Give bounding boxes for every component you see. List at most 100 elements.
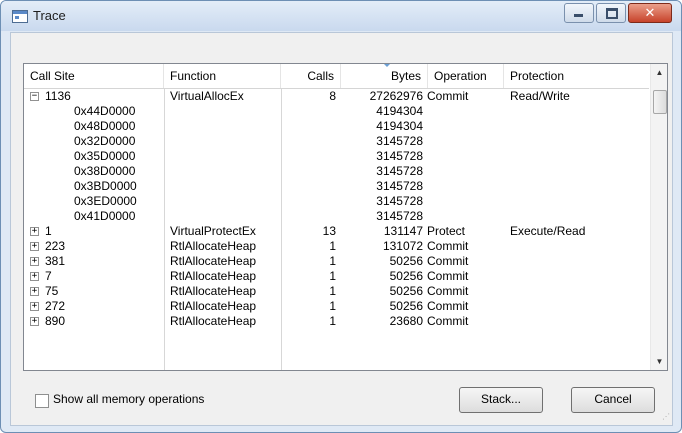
expand-icon[interactable]: +: [30, 272, 39, 281]
cell-bytes: 50256: [389, 269, 423, 283]
cell-calls: 1: [329, 269, 336, 283]
trace-window: Trace ✕ Call Site Function Calls Bytes O…: [0, 0, 682, 433]
cell-calls: 13: [322, 224, 336, 238]
cell-protection: [510, 164, 640, 179]
cell-protection: [510, 239, 640, 254]
close-button[interactable]: ✕: [628, 3, 672, 23]
maximize-button[interactable]: [596, 3, 626, 23]
table-row[interactable]: +890 RtlAllocateHeap 1 23680 Commit: [24, 314, 649, 329]
cell-calls: 8: [329, 89, 336, 103]
table-row[interactable]: +272 RtlAllocateHeap 1 50256 Commit: [24, 299, 649, 314]
scroll-down-icon[interactable]: ▼: [651, 353, 667, 370]
table-row[interactable]: 0x48D0000 4194304: [24, 119, 649, 134]
table-row[interactable]: 0x32D0000 3145728: [24, 134, 649, 149]
header-function[interactable]: Function: [164, 64, 281, 88]
dialog-client-area: Call Site Function Calls Bytes Operation…: [10, 32, 673, 426]
cell-operation: [427, 104, 503, 119]
window-title: Trace: [33, 8, 66, 23]
header-protection[interactable]: Protection: [504, 64, 649, 88]
cell-call-site: 7: [45, 269, 52, 283]
cell-call-site: 223: [45, 239, 66, 253]
expand-icon[interactable]: +: [30, 242, 39, 251]
cell-operation: [427, 209, 503, 224]
table-row[interactable]: +1 VirtualProtectEx 13 131147 Protect Execute…: [24, 224, 649, 239]
header-operation[interactable]: Operation: [428, 64, 504, 88]
cell-function: [170, 209, 281, 224]
table-row[interactable]: +75 RtlAllocateHeap 1 50256 Commit: [24, 284, 649, 299]
cell-operation: Commit: [427, 89, 469, 103]
scroll-up-icon[interactable]: ▲: [651, 64, 667, 81]
show-all-memory-operations-checkbox[interactable]: [35, 394, 49, 408]
cell-call-site: 0x44D0000: [74, 104, 136, 118]
header-calls[interactable]: Calls: [281, 64, 341, 88]
title-bar[interactable]: Trace ✕: [1, 1, 681, 31]
cell-operation: [427, 119, 503, 134]
sort-descending-icon: [383, 64, 391, 67]
cell-call-site: 0x48D0000: [74, 119, 136, 133]
table-row[interactable]: −1136 VirtualAllocEx 8 27262976 Commit Read/W…: [24, 89, 649, 104]
cell-protection: [510, 149, 640, 164]
expand-icon[interactable]: +: [30, 257, 39, 266]
header-bytes-label: Bytes: [390, 69, 421, 83]
cell-bytes: 4194304: [376, 119, 423, 133]
cell-call-site: 0x35D0000: [74, 149, 136, 163]
table-row[interactable]: 0x41D0000 3145728: [24, 209, 649, 224]
cell-bytes: 3145728: [376, 164, 423, 178]
cell-function: RtlAllocateHeap: [170, 269, 257, 283]
header-bytes[interactable]: Bytes: [341, 64, 428, 88]
cell-calls: [281, 179, 336, 194]
cell-bytes: 3145728: [376, 209, 423, 223]
cell-call-site: 0x38D0000: [74, 164, 136, 178]
cell-calls: [281, 134, 336, 149]
expand-icon[interactable]: +: [30, 317, 39, 326]
cell-bytes: 131072: [382, 239, 423, 253]
cell-call-site: 0x3BD0000: [74, 179, 137, 193]
cell-operation: Commit: [427, 269, 469, 283]
table-row[interactable]: 0x35D0000 3145728: [24, 149, 649, 164]
cell-operation: Commit: [427, 314, 469, 328]
table-row[interactable]: 0x3ED0000 3145728: [24, 194, 649, 209]
cell-bytes: 50256: [389, 284, 423, 298]
cell-operation: [427, 149, 503, 164]
stack-button[interactable]: Stack...: [459, 387, 543, 413]
cell-function: RtlAllocateHeap: [170, 284, 257, 298]
cell-protection: [510, 314, 640, 329]
table-row[interactable]: +7 RtlAllocateHeap 1 50256 Commit: [24, 269, 649, 284]
table-row[interactable]: +381 RtlAllocateHeap 1 50256 Commit: [24, 254, 649, 269]
cell-operation: Commit: [427, 299, 469, 313]
trace-list[interactable]: Call Site Function Calls Bytes Operation…: [23, 63, 668, 371]
table-row[interactable]: +223 RtlAllocateHeap 1 131072 Commit: [24, 239, 649, 254]
vertical-scrollbar[interactable]: ▲ ▼: [650, 64, 667, 370]
cell-call-site: 0x3ED0000: [74, 194, 137, 208]
header-call-site[interactable]: Call Site: [24, 64, 164, 88]
show-all-memory-operations-label[interactable]: Show all memory operations: [53, 392, 204, 406]
cell-function: VirtualProtectEx: [170, 224, 256, 238]
table-row[interactable]: 0x44D0000 4194304: [24, 104, 649, 119]
cell-protection: [510, 134, 640, 149]
cell-protection: Execute/Read: [510, 224, 586, 238]
resize-grip-icon[interactable]: ⋰: [662, 413, 670, 423]
cell-protection: [510, 254, 640, 269]
cancel-button[interactable]: Cancel: [571, 387, 655, 413]
expand-icon[interactable]: +: [30, 287, 39, 296]
expand-icon[interactable]: +: [30, 302, 39, 311]
cell-calls: 1: [329, 299, 336, 313]
expand-icon[interactable]: +: [30, 227, 39, 236]
table-row[interactable]: 0x3BD0000 3145728: [24, 179, 649, 194]
collapse-icon[interactable]: −: [30, 92, 39, 101]
cell-call-site: 381: [45, 254, 66, 268]
cell-call-site: 75: [45, 284, 59, 298]
scroll-thumb[interactable]: [653, 90, 667, 114]
close-icon: ✕: [644, 5, 656, 20]
cell-protection: [510, 209, 640, 224]
cell-bytes: 131147: [383, 224, 423, 238]
cell-function: RtlAllocateHeap: [170, 299, 257, 313]
cell-call-site: 1: [45, 224, 52, 238]
table-row[interactable]: 0x38D0000 3145728: [24, 164, 649, 179]
cell-operation: [427, 194, 503, 209]
cell-bytes: 27262976: [369, 89, 423, 103]
column-header-row: Call Site Function Calls Bytes Operation…: [24, 64, 649, 89]
cell-bytes: 3145728: [376, 194, 423, 208]
minimize-button[interactable]: [564, 3, 594, 23]
cell-protection: [510, 194, 640, 209]
